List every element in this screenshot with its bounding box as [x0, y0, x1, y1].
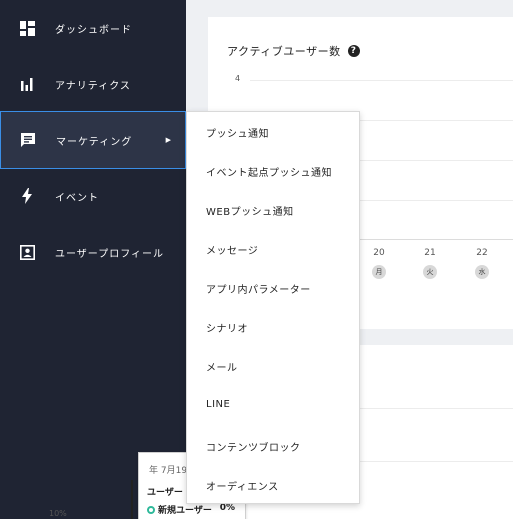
submenu-item-audience[interactable]: オーディエンス — [206, 478, 356, 493]
weekday-badge: 火 — [423, 265, 437, 279]
sidebar-item-marketing[interactable]: マーケティング ▶ — [0, 111, 186, 169]
tooltip-row-label: 新規ユーザー — [147, 503, 212, 516]
tooltip-row: 新規ユーザー 0% — [147, 503, 235, 516]
sidebar-item-label: マーケティング — [56, 136, 133, 148]
submenu-item-message[interactable]: メッセージ — [206, 242, 356, 257]
submenu-item-web-push[interactable]: WEBプッシュ通知 — [206, 203, 356, 218]
chart-hover-line — [131, 480, 133, 519]
sidebar-item-label: イベント — [55, 192, 99, 204]
submenu-item-event-push[interactable]: イベント起点プッシュ通知 — [206, 164, 356, 179]
x-axis-date: 22 — [476, 248, 488, 258]
x-axis-date: 20 — [373, 248, 385, 258]
marketing-submenu: プッシュ通知 イベント起点プッシュ通知 WEBプッシュ通知 メッセージ アプリ内… — [186, 111, 360, 504]
weekday-badge: 月 — [372, 265, 386, 279]
chevron-right-icon: ▶ — [165, 136, 172, 144]
help-icon[interactable]: ? — [347, 45, 360, 57]
sidebar-item-analytics[interactable]: アナリティクス — [0, 56, 186, 112]
submenu-item-mail[interactable]: メール — [206, 359, 356, 374]
submenu-item-content-block[interactable]: コンテンツブロック — [206, 439, 356, 454]
bolt-icon — [19, 188, 35, 204]
card-title-text: アクティブユーザー数 — [227, 45, 341, 58]
tooltip-row-value: 0% — [219, 503, 235, 513]
legend-dot-icon — [147, 505, 155, 514]
tooltip-label-text: ユーザー — [147, 488, 183, 498]
sidebar-item-label: ダッシュボード — [55, 24, 132, 36]
submenu-item-line[interactable]: LINE — [206, 399, 356, 410]
profile-icon — [19, 244, 35, 260]
y-axis-tick: 4 — [235, 74, 241, 83]
gridline — [250, 80, 513, 81]
tooltip-row-label: ユーザー — [147, 485, 183, 498]
sidebar-item-label: ユーザープロフィール — [55, 248, 164, 260]
x-axis-date: 21 — [424, 248, 436, 258]
weekday-badge: 水 — [475, 265, 489, 279]
bar-chart-icon — [19, 76, 35, 92]
submenu-item-push[interactable]: プッシュ通知 — [206, 125, 356, 140]
sidebar-item-dashboard[interactable]: ダッシュボード — [0, 0, 186, 56]
card-title: アクティブユーザー数 ? — [227, 43, 360, 59]
submenu-item-scenario[interactable]: シナリオ — [206, 320, 356, 335]
submenu-item-in-app-params[interactable]: アプリ内パラメーター — [206, 281, 356, 296]
y-axis-tick: 10% — [49, 509, 67, 518]
sidebar-item-user-profile[interactable]: ユーザープロフィール — [0, 224, 186, 280]
dashboard-icon — [19, 20, 35, 36]
chat-icon — [20, 132, 36, 148]
sidebar-item-events[interactable]: イベント — [0, 168, 186, 224]
sidebar-item-label: アナリティクス — [55, 80, 131, 92]
tooltip-label-text: 新規ユーザー — [158, 506, 212, 516]
sidebar: ダッシュボード アナリティクス マーケティング ▶ イベント ユーザープロフィー… — [0, 0, 186, 519]
